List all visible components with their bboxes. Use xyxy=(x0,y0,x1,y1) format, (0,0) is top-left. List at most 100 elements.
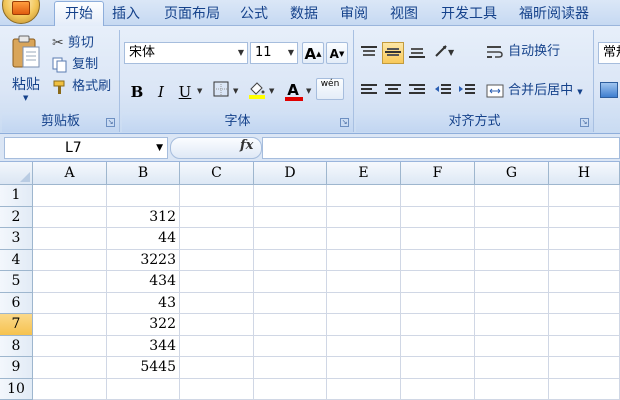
align-middle-button[interactable] xyxy=(382,42,404,64)
cell-b2[interactable]: 312 xyxy=(107,207,180,229)
cell-a3[interactable] xyxy=(33,228,107,250)
row-header-1[interactable]: 1 xyxy=(0,185,33,207)
cell-f9[interactable] xyxy=(401,357,475,379)
align-left-button[interactable] xyxy=(358,80,380,102)
row-header-10[interactable]: 10 xyxy=(0,379,33,400)
row-header-7[interactable]: 7 xyxy=(0,314,33,336)
row-header-6[interactable]: 6 xyxy=(0,293,33,315)
number-format-combo[interactable]: 常规 xyxy=(598,42,620,64)
paste-button[interactable]: 粘贴 ▼ xyxy=(6,32,46,108)
borders-dropdown-icon[interactable]: ▼ xyxy=(233,87,238,95)
cell-e4[interactable] xyxy=(327,250,401,272)
cell-g8[interactable] xyxy=(475,336,549,358)
cell-b6[interactable]: 43 xyxy=(107,293,180,315)
cell-d5[interactable] xyxy=(254,271,327,293)
cell-b7[interactable]: 322 xyxy=(107,314,180,336)
cell-h2[interactable] xyxy=(549,207,620,229)
cell-g10[interactable] xyxy=(475,379,549,400)
cell-f1[interactable] xyxy=(401,185,475,207)
cell-e5[interactable] xyxy=(327,271,401,293)
row-header-4[interactable]: 4 xyxy=(0,250,33,272)
formula-input[interactable] xyxy=(262,137,620,159)
decrease-indent-button[interactable] xyxy=(432,80,454,102)
cell-b8[interactable]: 344 xyxy=(107,336,180,358)
row-header-5[interactable]: 5 xyxy=(0,271,33,293)
cell-e6[interactable] xyxy=(327,293,401,315)
tab-insert[interactable]: 插入 xyxy=(106,4,146,26)
cell-c8[interactable] xyxy=(180,336,254,358)
font-launcher-icon[interactable]: ↘ xyxy=(340,118,349,127)
column-header-e[interactable]: E xyxy=(327,162,401,185)
cell-h1[interactable] xyxy=(549,185,620,207)
align-right-button[interactable] xyxy=(406,80,428,102)
cell-a5[interactable] xyxy=(33,271,107,293)
cell-c3[interactable] xyxy=(180,228,254,250)
font-color-dropdown-icon[interactable]: ▼ xyxy=(306,87,311,95)
align-center-button[interactable] xyxy=(382,80,404,102)
column-header-c[interactable]: C xyxy=(180,162,254,185)
cell-d2[interactable] xyxy=(254,207,327,229)
cell-d10[interactable] xyxy=(254,379,327,400)
cell-c2[interactable] xyxy=(180,207,254,229)
cell-f7[interactable] xyxy=(401,314,475,336)
cell-d8[interactable] xyxy=(254,336,327,358)
tab-page-layout[interactable]: 页面布局 xyxy=(156,4,228,26)
cell-b10[interactable] xyxy=(107,379,180,400)
cell-b5[interactable]: 434 xyxy=(107,271,180,293)
cell-g5[interactable] xyxy=(475,271,549,293)
cell-b4[interactable]: 3223 xyxy=(107,250,180,272)
wrap-text-button[interactable]: 自动换行 xyxy=(486,42,560,62)
cell-d9[interactable] xyxy=(254,357,327,379)
cell-c6[interactable] xyxy=(180,293,254,315)
cell-f4[interactable] xyxy=(401,250,475,272)
merge-center-button[interactable]: 合并后居中 ▼ xyxy=(486,81,583,101)
row-header-2[interactable]: 2 xyxy=(0,207,33,229)
cell-e7[interactable] xyxy=(327,314,401,336)
italic-button[interactable]: I xyxy=(150,80,172,102)
bold-button[interactable]: B xyxy=(126,80,148,102)
cell-f5[interactable] xyxy=(401,271,475,293)
cell-e1[interactable] xyxy=(327,185,401,207)
cell-e10[interactable] xyxy=(327,379,401,400)
cell-c5[interactable] xyxy=(180,271,254,293)
column-header-d[interactable]: D xyxy=(254,162,327,185)
cell-b1[interactable] xyxy=(107,185,180,207)
column-header-a[interactable]: A xyxy=(33,162,107,185)
cell-d4[interactable] xyxy=(254,250,327,272)
cell-f3[interactable] xyxy=(401,228,475,250)
cell-g6[interactable] xyxy=(475,293,549,315)
tab-view[interactable]: 视图 xyxy=(384,4,424,26)
cell-a1[interactable] xyxy=(33,185,107,207)
insert-function-icon[interactable]: fx xyxy=(240,138,253,153)
shrink-font-button[interactable]: A▼ xyxy=(326,42,348,64)
cell-a6[interactable] xyxy=(33,293,107,315)
font-name-combo[interactable]: 宋体 ▼ xyxy=(124,42,248,64)
cell-d7[interactable] xyxy=(254,314,327,336)
cell-d1[interactable] xyxy=(254,185,327,207)
align-bottom-button[interactable] xyxy=(406,42,428,64)
cell-g3[interactable] xyxy=(475,228,549,250)
cell-h10[interactable] xyxy=(549,379,620,400)
cell-a7[interactable] xyxy=(33,314,107,336)
fill-color-button[interactable] xyxy=(246,80,268,102)
cell-a9[interactable] xyxy=(33,357,107,379)
cell-b3[interactable]: 44 xyxy=(107,228,180,250)
increase-indent-button[interactable] xyxy=(456,80,478,102)
cell-d6[interactable] xyxy=(254,293,327,315)
cell-a2[interactable] xyxy=(33,207,107,229)
cell-c7[interactable] xyxy=(180,314,254,336)
grow-font-button[interactable]: A▲ xyxy=(302,42,324,64)
cell-g7[interactable] xyxy=(475,314,549,336)
cell-a8[interactable] xyxy=(33,336,107,358)
orientation-button[interactable]: ▼ xyxy=(432,42,462,64)
cell-e9[interactable] xyxy=(327,357,401,379)
cell-e8[interactable] xyxy=(327,336,401,358)
row-header-9[interactable]: 9 xyxy=(0,357,33,379)
phonetic-guide-button[interactable]: wén xyxy=(316,78,344,100)
align-top-button[interactable] xyxy=(358,42,380,64)
copy-button[interactable]: 复制 xyxy=(52,55,98,75)
fill-color-dropdown-icon[interactable]: ▼ xyxy=(269,87,274,95)
cell-g2[interactable] xyxy=(475,207,549,229)
cell-c1[interactable] xyxy=(180,185,254,207)
tab-data[interactable]: 数据 xyxy=(284,4,324,26)
